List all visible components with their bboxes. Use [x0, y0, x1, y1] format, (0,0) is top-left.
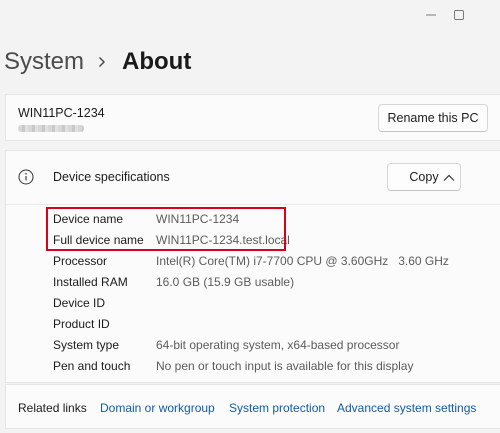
pc-name-card: WIN11PC-1234 Rename this PC [5, 94, 500, 141]
rename-pc-button[interactable]: Rename this PC [378, 104, 488, 132]
spec-label: Pen and touch [53, 359, 131, 373]
breadcrumb: System About [4, 45, 191, 79]
spec-value: No pen or touch input is available for t… [156, 359, 414, 373]
spec-label: Product ID [53, 317, 110, 331]
link-advanced-system-settings[interactable]: Advanced system settings [337, 401, 476, 415]
related-links-bar: Related links Domain or workgroup System… [5, 384, 500, 429]
spec-label: Installed RAM [53, 275, 128, 289]
maximize-icon [454, 10, 464, 20]
spec-label: System type [53, 338, 120, 352]
spec-label: Processor [53, 254, 108, 268]
spec-row-pen-and-touch: Pen and touch No pen or touch input is a… [6, 356, 500, 376]
spec-value: Intel(R) Core(TM) i7-7700 CPU @ 3.60GHz … [156, 254, 449, 268]
chevron-right-icon [98, 56, 106, 68]
device-specifications-card: Device specifications Copy Device name W… [5, 150, 500, 383]
pc-name: WIN11PC-1234 [18, 106, 105, 120]
spec-value: 16.0 GB (15.9 GB usable) [156, 275, 295, 289]
related-links-label: Related links [18, 401, 87, 415]
pc-model-redacted [18, 125, 84, 132]
link-domain-or-workgroup[interactable]: Domain or workgroup [100, 401, 215, 415]
spec-row-device-id: Device ID [6, 293, 500, 313]
spec-value: 64-bit operating system, x64-based proce… [156, 338, 400, 352]
highlight-annotation-box [46, 207, 286, 251]
spec-row-product-id: Product ID [6, 314, 500, 334]
specs-title: Device specifications [53, 170, 170, 184]
minimize-icon [426, 14, 436, 16]
divider [6, 204, 500, 205]
spec-label: Device ID [53, 296, 106, 310]
breadcrumb-system[interactable]: System [4, 45, 84, 79]
device-specifications-header[interactable]: Device specifications Copy [6, 151, 500, 204]
spec-row-system-type: System type 64-bit operating system, x64… [6, 335, 500, 355]
info-icon [18, 169, 34, 185]
spec-row-processor: Processor Intel(R) Core(TM) i7-7700 CPU … [6, 251, 500, 271]
chevron-up-icon[interactable] [442, 171, 456, 185]
page-title: About [122, 48, 192, 75]
title-bar [0, 0, 500, 30]
maximize-button[interactable] [436, 0, 482, 30]
spec-row-installed-ram: Installed RAM 16.0 GB (15.9 GB usable) [6, 272, 500, 292]
link-system-protection[interactable]: System protection [229, 401, 325, 415]
